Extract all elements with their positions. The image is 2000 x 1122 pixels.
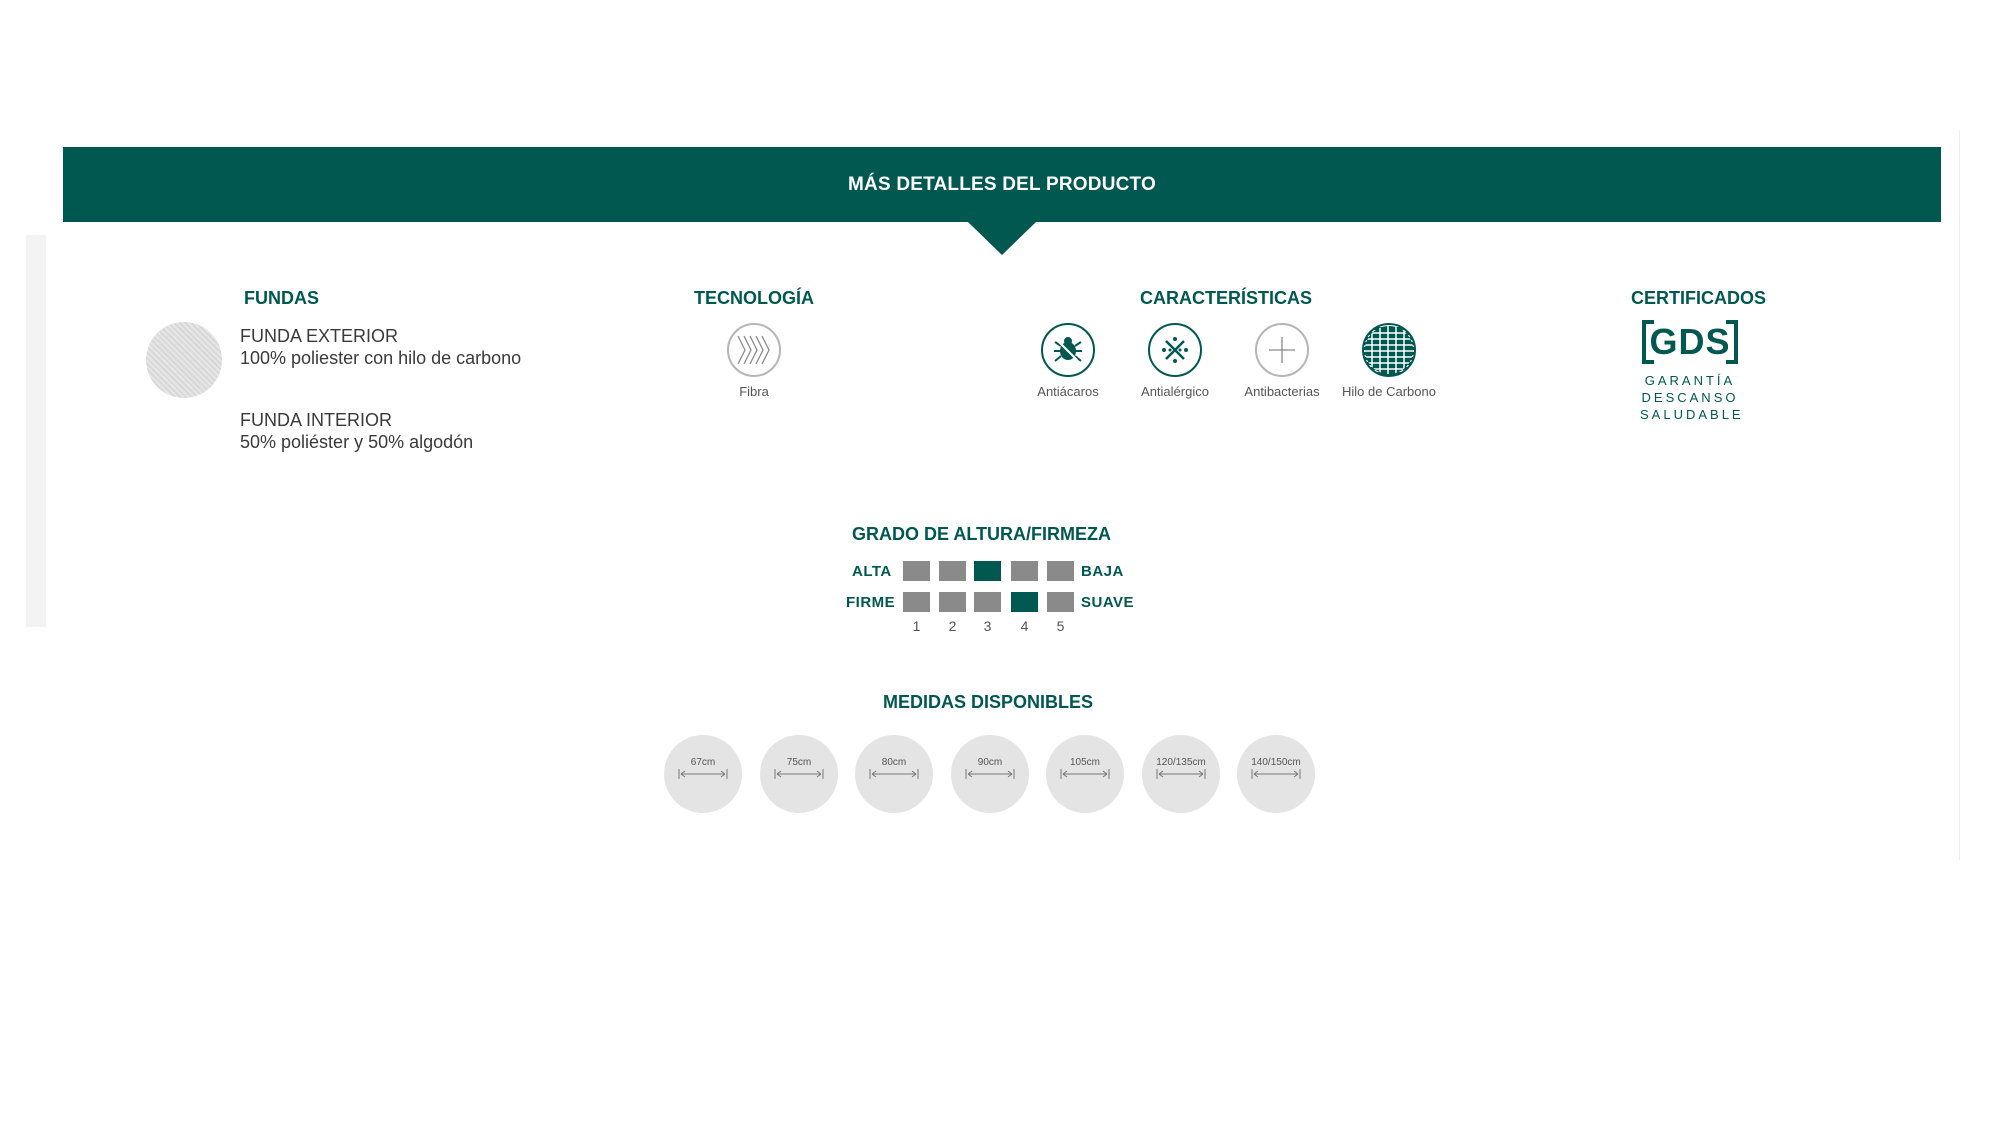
size-option-140-150cm[interactable]: 140/150cm xyxy=(1237,735,1315,813)
firmeza-square-1 xyxy=(903,592,930,612)
fiber-chevron-icon xyxy=(727,323,781,377)
scale-number-3: 3 xyxy=(983,618,992,634)
size-option-105cm[interactable]: 105cm xyxy=(1046,735,1124,813)
gds-certificate-logo: GDS GARANTÍA DESCANSO SALUDABLE xyxy=(1640,320,1744,423)
altura-square-3 xyxy=(974,561,1001,581)
certificados-heading: CERTIFICADOS xyxy=(1631,288,1766,308)
firmeza-square-2 xyxy=(939,592,966,612)
size-option-67cm[interactable]: 67cm xyxy=(664,735,742,813)
carbon-thread-grid-icon xyxy=(1362,323,1416,377)
anti-mite-icon xyxy=(1041,323,1095,377)
tecnologia-heading: TECNOLOGÍA xyxy=(694,288,814,308)
gds-line-2: DESCANSO xyxy=(1641,390,1739,405)
size-option-90cm[interactable]: 90cm xyxy=(951,735,1029,813)
firmeza-left-label: FIRME xyxy=(846,594,896,611)
firmeza-square-4 xyxy=(1011,592,1038,612)
feature-fibra-label: Fibra xyxy=(739,384,769,399)
altura-square-2 xyxy=(939,561,966,581)
funda-interior: FUNDA INTERIOR 50% poliéster y 50% algod… xyxy=(240,409,560,453)
funda-exterior: FUNDA EXTERIOR 100% poliester con hilo d… xyxy=(240,325,560,369)
funda-interior-title: FUNDA INTERIOR xyxy=(240,410,393,430)
anti-allergy-icon xyxy=(1148,323,1202,377)
width-arrow-icon xyxy=(1156,769,1206,779)
width-arrow-icon xyxy=(1251,769,1301,779)
fabric-swatch xyxy=(146,322,222,398)
gds-text: GDS xyxy=(1649,321,1731,362)
size-label: 75cm xyxy=(786,757,812,768)
altura-right-label: BAJA xyxy=(1081,563,1124,580)
details-banner[interactable]: MÁS DETALLES DEL PRODUCTO xyxy=(63,147,1941,222)
firmeza-right-label: SUAVE xyxy=(1081,594,1135,611)
size-label: 120/135cm xyxy=(1156,757,1206,768)
size-label: 67cm xyxy=(690,757,716,768)
scale-number-2: 2 xyxy=(948,618,957,634)
size-label: 80cm xyxy=(881,757,907,768)
width-arrow-icon xyxy=(869,769,919,779)
width-arrow-icon xyxy=(774,769,824,779)
feature-hilo-carbono-label: Hilo de Carbono xyxy=(1342,384,1436,399)
gds-line-1: GARANTÍA xyxy=(1644,373,1736,388)
size-label: 105cm xyxy=(1069,757,1100,768)
medidas-heading: MEDIDAS DISPONIBLES xyxy=(883,692,1094,712)
altura-square-5 xyxy=(1047,561,1074,581)
right-divider xyxy=(1959,130,1960,860)
scale-number-4: 4 xyxy=(1020,618,1029,634)
gds-bracket-right xyxy=(1726,320,1738,364)
gds-mark: GDS xyxy=(1642,320,1738,364)
firmeza-heading: GRADO DE ALTURA/FIRMEZA xyxy=(852,524,1111,544)
size-option-120-135cm[interactable]: 120/135cm xyxy=(1142,735,1220,813)
left-edge-strip xyxy=(26,235,46,627)
firmeza-square-5 xyxy=(1047,592,1074,612)
fundas-heading: FUNDAS xyxy=(244,288,319,308)
funda-interior-desc: 50% poliéster y 50% algodón xyxy=(240,432,474,452)
feature-hilo-carbono[interactable]: Hilo de Carbono xyxy=(1334,323,1444,401)
feature-antiacaros[interactable]: Antiácaros xyxy=(1013,323,1123,401)
banner-title: MÁS DETALLES DEL PRODUCTO xyxy=(848,173,1156,195)
gds-line-3: SALUDABLE xyxy=(1640,407,1744,422)
altura-square-1 xyxy=(903,561,930,581)
scale-number-5: 5 xyxy=(1056,618,1065,634)
feature-antialergico[interactable]: Antialérgico xyxy=(1120,323,1230,401)
caracteristicas-heading: CARACTERÍSTICAS xyxy=(1140,288,1313,308)
feature-antiacaros-label: Antiácaros xyxy=(1037,384,1099,399)
funda-exterior-desc: 100% poliester con hilo de carbono xyxy=(240,348,522,368)
size-label: 90cm xyxy=(977,757,1003,768)
size-option-75cm[interactable]: 75cm xyxy=(760,735,838,813)
size-label: 140/150cm xyxy=(1251,757,1301,768)
banner-arrow xyxy=(968,222,1036,255)
scale-number-1: 1 xyxy=(912,618,921,634)
feature-antibacterias[interactable]: Antibacterias xyxy=(1227,323,1337,401)
altura-left-label: ALTA xyxy=(852,563,892,580)
firmeza-square-3 xyxy=(974,592,1001,612)
width-arrow-icon xyxy=(678,769,728,779)
feature-fibra[interactable]: Fibra xyxy=(699,323,809,401)
feature-antibacterias-label: Antibacterias xyxy=(1244,384,1320,399)
antibacterial-cross-icon xyxy=(1255,323,1309,377)
funda-exterior-title: FUNDA EXTERIOR xyxy=(240,326,399,346)
altura-square-4 xyxy=(1011,561,1038,581)
width-arrow-icon xyxy=(965,769,1015,779)
feature-antialergico-label: Antialérgico xyxy=(1141,384,1209,399)
width-arrow-icon xyxy=(1060,769,1110,779)
size-option-80cm[interactable]: 80cm xyxy=(855,735,933,813)
